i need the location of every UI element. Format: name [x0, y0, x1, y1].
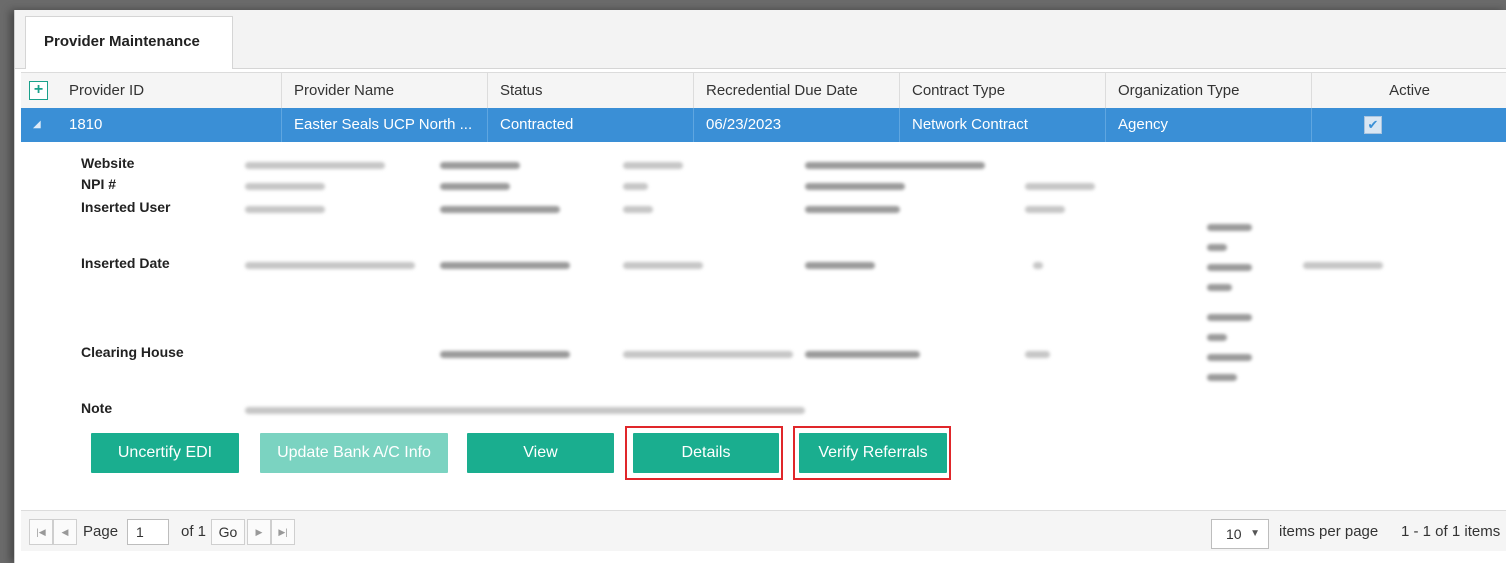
redacted-label	[440, 162, 520, 169]
label-clearing-house: Clearing House	[81, 344, 184, 360]
label-note: Note	[81, 400, 113, 416]
active-checkbox[interactable]: ✔	[1364, 116, 1382, 134]
redacted-label	[1207, 244, 1227, 251]
redacted-label	[440, 206, 560, 213]
redacted-label	[1207, 334, 1227, 341]
redacted-value	[623, 206, 653, 213]
redacted-value	[623, 183, 648, 190]
go-button[interactable]: Go	[211, 519, 245, 545]
column-header-recredential-due-date[interactable]: Recredential Due Date	[693, 73, 899, 109]
redacted-value	[245, 206, 325, 213]
redacted-label	[1207, 264, 1252, 271]
redacted-value	[623, 351, 793, 358]
redacted-label	[805, 351, 920, 358]
redacted-value	[245, 262, 415, 269]
redacted-label	[1207, 314, 1252, 321]
window-frame: Provider Maintenance + Provider ID Provi…	[0, 0, 1506, 563]
cell-recredential-due-date: 06/23/2023	[693, 108, 899, 142]
previous-page-button[interactable]: ◀	[53, 519, 77, 545]
view-button[interactable]: View	[467, 433, 614, 473]
redacted-label	[1207, 354, 1252, 361]
next-page-icon: ▶	[255, 527, 263, 537]
redacted-value	[1025, 206, 1065, 213]
redacted-value	[245, 162, 385, 169]
column-header-provider-id[interactable]: Provider ID	[57, 73, 281, 109]
redacted-label	[440, 351, 570, 358]
redacted-label	[805, 262, 875, 269]
redacted-label	[805, 162, 985, 169]
cell-status: Contracted	[487, 108, 693, 142]
redacted-value	[1033, 262, 1043, 269]
redacted-label	[805, 183, 905, 190]
pager-summary: 1 - 1 of 1 items	[1401, 523, 1501, 540]
page-size-select[interactable]: 10 ▼	[1211, 519, 1269, 549]
highlight-box-verify-referrals	[793, 426, 951, 480]
redacted-label	[1207, 284, 1232, 291]
cell-organization-type: Agency	[1105, 108, 1311, 142]
redacted-label	[440, 262, 570, 269]
label-inserted-date: Inserted Date	[81, 255, 170, 271]
cell-provider-name: Easter Seals UCP North ...	[281, 108, 487, 142]
redacted-label	[440, 183, 510, 190]
column-header-active[interactable]: Active	[1311, 73, 1506, 109]
last-page-icon: ▶|	[278, 527, 288, 537]
first-page-button[interactable]: |◀	[29, 519, 53, 545]
label-npi: NPI #	[81, 176, 117, 192]
page-label: Page	[83, 523, 119, 540]
redacted-value	[623, 162, 683, 169]
add-row-button[interactable]: +	[29, 81, 48, 100]
page-count-label: of 1	[181, 523, 207, 540]
next-page-button[interactable]: ▶	[247, 519, 271, 545]
uncertify-edi-button[interactable]: Uncertify EDI	[91, 433, 239, 473]
grid-header: + Provider ID Provider Name Status Recre…	[21, 72, 1506, 110]
label-inserted-user: Inserted User	[81, 199, 171, 215]
chevron-down-icon: ▼	[1250, 528, 1260, 539]
cell-active: ✔	[1311, 108, 1506, 142]
redacted-note-value	[245, 407, 805, 414]
redacted-value	[1025, 183, 1095, 190]
redacted-value	[1303, 262, 1383, 269]
label-website: Website	[81, 155, 135, 171]
tab-label: Provider Maintenance	[44, 33, 200, 50]
update-bank-info-button[interactable]: Update Bank A/C Info	[260, 433, 448, 473]
highlight-box-details	[625, 426, 783, 480]
redacted-label	[1207, 224, 1252, 231]
previous-page-icon: ◀	[61, 527, 69, 537]
redacted-value	[245, 183, 325, 190]
cell-provider-id: 1810	[69, 116, 103, 133]
tab-provider-maintenance[interactable]: Provider Maintenance	[25, 16, 233, 69]
page-number-input[interactable]: 1	[127, 519, 169, 545]
main-panel: Provider Maintenance + Provider ID Provi…	[14, 10, 1506, 563]
collapse-row-icon[interactable]: ◢	[33, 108, 41, 142]
column-header-contract-type[interactable]: Contract Type	[899, 73, 1105, 109]
column-header-status[interactable]: Status	[487, 73, 693, 109]
pager: |◀ ◀ Page 1 of 1 Go ▶ ▶| 10 ▼ items per …	[21, 510, 1506, 551]
column-header-organization-type[interactable]: Organization Type	[1105, 73, 1311, 109]
redacted-value	[623, 262, 703, 269]
redacted-label	[1207, 374, 1237, 381]
page-size-value: 10	[1226, 526, 1242, 542]
tab-strip: Provider Maintenance	[15, 10, 1506, 69]
redacted-label	[805, 206, 900, 213]
items-per-page-label: items per page	[1279, 523, 1379, 540]
last-page-button[interactable]: ▶|	[271, 519, 295, 545]
cell-contract-type: Network Contract	[899, 108, 1105, 142]
table-row-selected[interactable]: ◢ 1810 Easter Seals UCP North ... Contra…	[21, 108, 1506, 142]
column-header-provider-name[interactable]: Provider Name	[281, 73, 487, 109]
redacted-value	[1025, 351, 1050, 358]
first-page-icon: |◀	[36, 527, 46, 537]
